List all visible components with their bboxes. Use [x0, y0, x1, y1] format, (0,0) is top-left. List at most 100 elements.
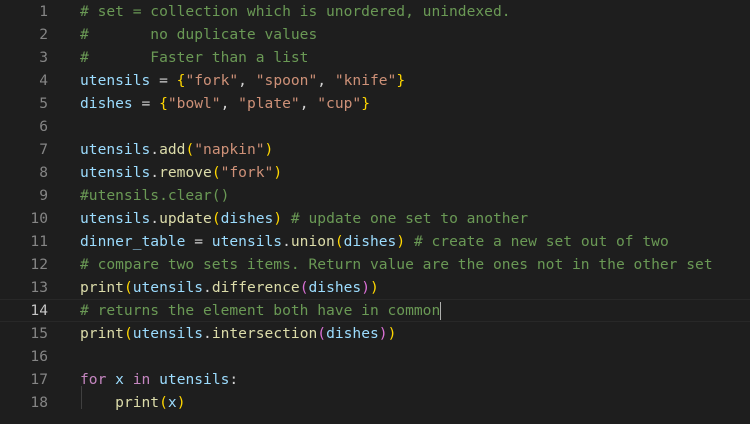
line-number: 18	[30, 394, 48, 411]
code-line[interactable]: 3 # Faster than a list	[0, 46, 750, 69]
code-text[interactable]: dinner_table = utensils.union(dishes) # …	[80, 230, 669, 253]
code-line[interactable]: 18 print(x)	[0, 391, 750, 414]
line-number: 14	[30, 302, 48, 319]
code-text[interactable]: dishes = {"bowl", "plate", "cup"}	[80, 92, 370, 115]
code-token: (	[159, 394, 168, 411]
code-text[interactable]: # returns the element both have in commo…	[80, 300, 442, 321]
code-token: dishes	[343, 233, 397, 250]
code-token: "spoon"	[255, 72, 318, 89]
code-line[interactable]: 6	[0, 115, 750, 138]
code-line[interactable]: 17 for x in utensils:	[0, 368, 750, 391]
code-token: "plate"	[238, 95, 300, 112]
code-text[interactable]: utensils.add("napkin")	[80, 138, 273, 161]
code-token: dinner_table	[80, 233, 186, 250]
code-text[interactable]: print(utensils.intersection(dishes))	[80, 322, 396, 345]
code-text[interactable]: #utensils.clear()	[80, 184, 229, 207]
code-text[interactable]: # Faster than a list	[80, 46, 308, 69]
code-text[interactable]: for x in utensils:	[80, 368, 238, 391]
code-token: (	[299, 279, 309, 296]
code-token: utensils	[80, 72, 151, 89]
code-token: in	[132, 371, 151, 388]
code-token: )	[396, 233, 406, 250]
code-token: #utensils.clear()	[80, 187, 230, 204]
line-number: 9	[39, 187, 48, 204]
code-token: update	[159, 210, 212, 227]
code-token: )	[176, 394, 186, 411]
code-token: utensils	[80, 141, 151, 158]
code-token: dishes	[326, 325, 379, 342]
code-line[interactable]: 14 # returns the element both have in com…	[0, 299, 750, 322]
line-number: 11	[30, 233, 48, 250]
code-text[interactable]: utensils.update(dishes) # update one set…	[80, 207, 528, 230]
code-token: =	[185, 233, 212, 250]
code-token: )	[387, 325, 397, 342]
code-token: print	[115, 394, 160, 411]
code-token: utensils	[80, 210, 151, 227]
code-token: add	[159, 141, 186, 158]
code-token: dishes	[308, 279, 362, 296]
code-token: (	[185, 141, 195, 158]
line-number: 3	[39, 49, 48, 66]
line-number: 17	[30, 371, 48, 388]
line-number: 13	[30, 279, 48, 296]
code-editor[interactable]: 1 # set = collection which is unordered, …	[0, 0, 750, 424]
code-token: utensils	[159, 371, 230, 388]
code-token: {	[159, 95, 168, 112]
code-line[interactable]: 11 dinner_table = utensils.union(dishes) …	[0, 230, 750, 253]
code-text[interactable]: # compare two sets items. Return value a…	[80, 253, 713, 276]
code-token: (	[334, 233, 344, 250]
code-line[interactable]: 4 utensils = {"fork", "spoon", "knife"}	[0, 69, 750, 92]
code-line[interactable]: 12 # compare two sets items. Return value…	[0, 253, 750, 276]
code-line[interactable]: 8 utensils.remove("fork")	[0, 161, 750, 184]
code-line[interactable]: 10 utensils.update(dishes) # update one s…	[0, 207, 750, 230]
code-token: print	[80, 325, 124, 342]
code-token: dishes	[80, 95, 133, 112]
code-line[interactable]: 13 print(utensils.difference(dishes))	[0, 276, 750, 299]
code-token: # create a new set out of two	[413, 233, 669, 250]
line-number: 16	[30, 348, 48, 365]
code-line[interactable]: 1 # set = collection which is unordered, …	[0, 0, 750, 23]
code-token: .	[150, 164, 160, 181]
code-token: ,	[220, 95, 239, 112]
code-token: # no duplicate values	[80, 26, 318, 43]
code-token: utensils	[80, 164, 151, 181]
line-number: 15	[30, 325, 48, 342]
code-token: "cup"	[317, 95, 362, 112]
code-line[interactable]: 16	[0, 345, 750, 368]
code-token: =	[132, 95, 160, 112]
code-token: union	[290, 233, 335, 250]
code-token: (	[123, 325, 133, 342]
code-token: x	[167, 394, 177, 411]
code-token: utensils	[211, 233, 283, 250]
line-number: 4	[39, 72, 48, 89]
line-number: 1	[39, 3, 48, 20]
code-token: x	[115, 371, 124, 388]
code-token: .	[203, 279, 212, 296]
code-line[interactable]: 9 #utensils.clear()	[0, 184, 750, 207]
code-text[interactable]: # no duplicate values	[80, 23, 317, 46]
code-token: "knife"	[334, 72, 397, 89]
code-token: remove	[159, 164, 212, 181]
line-number: 2	[39, 26, 48, 43]
code-token: .	[150, 141, 160, 158]
code-text[interactable]: # set = collection which is unordered, u…	[80, 0, 511, 23]
code-line[interactable]: 7 utensils.add("napkin")	[0, 138, 750, 161]
code-line[interactable]: 2 # no duplicate values	[0, 23, 750, 46]
code-text[interactable]: utensils.remove("fork")	[80, 161, 282, 184]
code-token: # update one set to another	[290, 210, 529, 227]
code-text[interactable]: print(x)	[80, 391, 185, 414]
code-text[interactable]: print(utensils.difference(dishes))	[80, 276, 379, 299]
code-text[interactable]: utensils = {"fork", "spoon", "knife"}	[80, 69, 405, 92]
code-line[interactable]: 5 dishes = {"bowl", "plate", "cup"}	[0, 92, 750, 115]
code-token: .	[150, 210, 160, 227]
code-line[interactable]: 15 print(utensils.intersection(dishes))	[0, 322, 750, 345]
code-token: "fork"	[220, 164, 274, 181]
code-token: )	[378, 325, 388, 342]
code-token: )	[370, 279, 379, 296]
code-token: "fork"	[185, 72, 239, 89]
